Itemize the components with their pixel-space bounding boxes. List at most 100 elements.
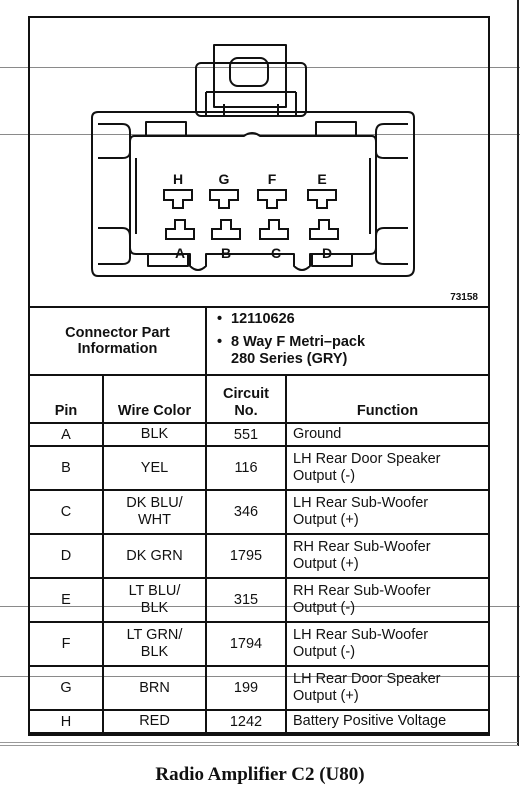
header-circuit: Circuit No. — [205, 374, 287, 424]
header-function: Function — [285, 374, 490, 424]
pin-label-d: D — [322, 245, 332, 261]
connector-info-row: Connector Part Information 12110626 8 Wa… — [28, 306, 490, 376]
figure-number: 73158 — [450, 292, 478, 303]
table-row: D DK GRN 1795 RH Rear Sub-Woofer Output (+) — [28, 533, 490, 579]
terminal-slot-b — [211, 219, 241, 240]
connector-info-label: Connector Part Information — [28, 306, 207, 376]
terminal-slot-g — [209, 189, 239, 209]
function-cell: Ground — [285, 422, 490, 447]
pin-cell-line: C — [60, 504, 72, 520]
circuit-cell-line: 315 — [233, 592, 259, 608]
function-cell-line: Battery Positive Voltage — [293, 713, 447, 729]
function-cell-line: Output (-) — [293, 644, 356, 660]
pin-label-c: C — [271, 245, 281, 261]
table-row: F LT GRN/BLK 1794 LH Rear Sub-Woofer Output … — [28, 621, 490, 667]
pin-cell: A — [28, 422, 104, 447]
function-cell: RH Rear Sub-Woofer Output (+) — [285, 533, 490, 579]
table-row: E LT BLU/BLK 315 RH Rear Sub-Woofer Output (… — [28, 577, 490, 623]
wire-color-cell-line: BLK — [140, 600, 169, 616]
circuit-cell: 551 — [205, 422, 287, 447]
left-ear-top — [98, 123, 131, 159]
pin-cell-line: H — [60, 713, 72, 730]
function-cell: LH Rear Sub-Woofer Output (-) — [285, 621, 490, 667]
right-ear-top — [375, 123, 408, 159]
wire-color-cell: LT GRN/BLK — [102, 621, 207, 667]
header-circuit-line: Circuit — [223, 386, 269, 402]
circuit-cell: 116 — [205, 445, 287, 491]
pin-label-h: H — [173, 171, 183, 187]
page-edge — [517, 0, 519, 746]
header-row: Pin Wire Color Circuit No. Function — [28, 374, 490, 424]
connector-series: 280 Series (GRY) — [231, 351, 348, 367]
wire-color-cell-line: BLK — [140, 644, 169, 660]
wire-color-cell-line: WHT — [137, 512, 171, 528]
terminal-slot-d — [309, 219, 339, 240]
pin-cell-line: D — [60, 548, 72, 564]
label-line: Connector Part — [65, 325, 170, 341]
pin-cell-line: A — [61, 426, 71, 443]
pin-cell: E — [28, 577, 104, 623]
label-line: Information — [77, 341, 158, 357]
pin-cell: H — [28, 709, 104, 734]
function-cell-line: Output (-) — [293, 468, 356, 484]
pin-label-b: B — [221, 245, 231, 261]
function-cell-line: LH Rear Sub-Woofer — [293, 495, 429, 511]
circuit-cell-line: 551 — [233, 426, 259, 443]
wire-color-cell-line: RED — [139, 713, 170, 729]
pin-cell: F — [28, 621, 104, 667]
right-ear-bottom — [375, 227, 408, 265]
circuit-cell: 346 — [205, 489, 287, 535]
circuit-cell-line: 346 — [233, 504, 259, 520]
pin-cell: G — [28, 665, 104, 711]
circuit-cell: 315 — [205, 577, 287, 623]
diagram-caption: Radio Amplifier C2 (U80) — [155, 764, 365, 785]
latch-housing — [195, 62, 307, 117]
function-cell-line: Output (+) — [293, 688, 359, 704]
header-pin: Pin — [28, 374, 104, 424]
function-cell: LH Rear Sub-Woofer Output (+) — [285, 489, 490, 535]
function-cell: RH Rear Sub-Woofer Output (-) — [285, 577, 490, 623]
wire-color-cell-line: LT BLU/ — [128, 583, 181, 599]
pin-label-a: A — [175, 245, 185, 261]
wire-color-cell: DK GRN — [102, 533, 207, 579]
terminal-slot-e — [307, 189, 337, 209]
pin-cell-line: B — [61, 460, 71, 476]
wire-color-cell: LT BLU/BLK — [102, 577, 207, 623]
connector-sheet: H G F E A B C D 73158 Connector Part Inf… — [28, 16, 490, 736]
terminal-slot-a — [165, 219, 195, 240]
terminal-slot-f — [257, 189, 287, 209]
function-cell-line: Output (+) — [293, 512, 359, 528]
page-bottom-rule — [0, 745, 518, 746]
function-cell-line: Output (+) — [293, 556, 359, 572]
table-row: C DK BLU/WHT 346 LH Rear Sub-Woofer Output (… — [28, 489, 490, 535]
function-cell-line: Ground — [293, 426, 342, 442]
wire-color-cell-line: DK BLU/ — [126, 495, 183, 511]
circuit-cell-line: 199 — [233, 680, 259, 696]
circuit-cell: 1795 — [205, 533, 287, 579]
pin-label-f: F — [268, 171, 277, 187]
pin-cavity — [129, 132, 377, 271]
wire-color-cell-line: DK GRN — [126, 547, 183, 564]
page-bottom-rule — [0, 742, 518, 743]
header-circuit-line: No. — [234, 403, 258, 419]
circuit-cell-line: 1242 — [229, 713, 263, 730]
wire-color-cell-line: BRN — [139, 679, 170, 696]
connector-pinout-table: Connector Part Information 12110626 8 Wa… — [28, 306, 490, 734]
connector-info-value: 12110626 8 Way F Metri–pack 280 Series (… — [205, 306, 490, 376]
function-cell-line: LH Rear Door Speaker — [293, 451, 441, 467]
wire-color-cell: DK BLU/WHT — [102, 489, 207, 535]
pin-cell: D — [28, 533, 104, 579]
function-cell: LH Rear Door Speaker Output (-) — [285, 445, 490, 491]
pin-cell-line: F — [61, 636, 71, 652]
connector-face-drawing: H G F E A B C D — [91, 44, 415, 277]
pin-cell: C — [28, 489, 104, 535]
wire-color-cell: RED — [102, 709, 207, 734]
function-cell-line: LH Rear Sub-Woofer — [293, 627, 429, 643]
table-row: H RED 1242 Battery Positive Voltage — [28, 709, 490, 734]
wire-color-cell-line: BLK — [140, 426, 169, 442]
circuit-cell-line: 116 — [234, 460, 258, 476]
circuit-cell-line: 1794 — [229, 636, 263, 652]
circuit-cell: 1794 — [205, 621, 287, 667]
pin-label-e: E — [317, 171, 326, 187]
function-cell-line: RH Rear Sub-Woofer — [293, 539, 431, 555]
